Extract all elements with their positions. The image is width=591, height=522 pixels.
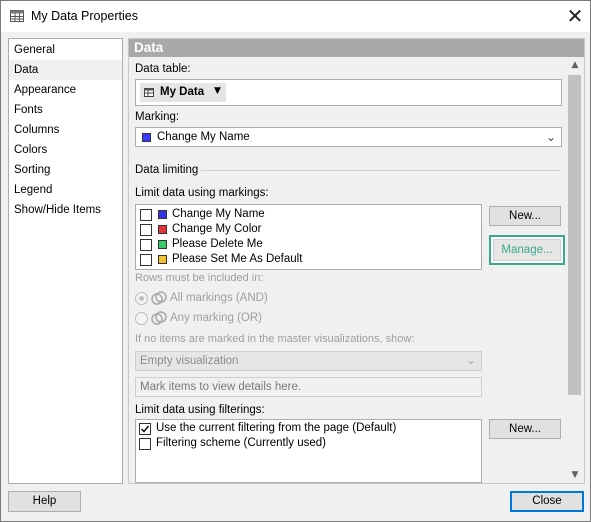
- marking-color-swatch: [158, 255, 167, 264]
- window-title: My Data Properties: [31, 9, 138, 23]
- section-divider: [201, 170, 560, 171]
- filtering-name: Filtering scheme (Currently used): [156, 437, 327, 449]
- marking-name: Change My Color: [172, 223, 262, 235]
- table-icon: [10, 10, 24, 22]
- all-markings-label: All markings (AND): [170, 292, 268, 304]
- nav-item-data[interactable]: Data: [9, 60, 122, 80]
- marking-row[interactable]: Please Set Me As Default: [136, 252, 476, 267]
- marking-or-icon: [151, 311, 167, 325]
- nav-item-general[interactable]: General: [9, 40, 122, 60]
- marking-name: Please Delete Me: [172, 238, 263, 250]
- help-button[interactable]: Help: [8, 491, 81, 512]
- close-button[interactable]: Close: [510, 491, 584, 512]
- nav-item-columns[interactable]: Columns: [9, 120, 122, 140]
- marking-color-swatch: [158, 210, 167, 219]
- marking-checkbox[interactable]: [140, 224, 152, 236]
- empty-show-label: If no items are marked in the master vis…: [135, 333, 415, 345]
- marking-row[interactable]: Please Delete Me: [136, 237, 476, 252]
- data-table-dropdown[interactable]: My Data ▼: [140, 83, 226, 102]
- all-markings-radio[interactable]: [135, 292, 148, 305]
- marking-color-swatch: [142, 133, 151, 142]
- nav-item-sorting[interactable]: Sorting: [9, 160, 122, 180]
- data-limiting-heading: Data limiting: [135, 164, 199, 176]
- data-table-label: Data table:: [135, 63, 191, 75]
- properties-dialog: My Data Properties ✕ General Data Appear…: [0, 0, 591, 522]
- any-marking-radio[interactable]: [135, 312, 148, 325]
- marking-name: Please Set Me As Default: [172, 253, 303, 265]
- empty-visualization-select[interactable]: Empty visualization ⌄: [135, 351, 482, 371]
- marking-row[interactable]: Change My Name: [136, 207, 476, 222]
- marking-name: Change My Name: [172, 208, 265, 220]
- close-icon[interactable]: ✕: [564, 4, 586, 28]
- filtering-checkbox[interactable]: [139, 438, 151, 450]
- new-filter-button[interactable]: New...: [489, 419, 561, 439]
- scroll-up-icon[interactable]: ▲: [566, 57, 584, 73]
- filtering-checkbox[interactable]: [139, 423, 151, 435]
- scroll-down-icon[interactable]: ▼: [566, 467, 584, 483]
- panel-title: Data: [129, 39, 584, 57]
- manage-button[interactable]: Manage...: [493, 239, 561, 261]
- marking-select[interactable]: Change My Name ⌄: [135, 127, 562, 147]
- nav-item-fonts[interactable]: Fonts: [9, 100, 122, 120]
- filterings-list: Use the current filtering from the page …: [135, 419, 482, 483]
- category-list[interactable]: General Data Appearance Fonts Columns Co…: [8, 38, 123, 484]
- marking-value: Change My Name: [157, 131, 250, 143]
- nav-item-legend[interactable]: Legend: [9, 180, 122, 200]
- marking-color-swatch: [158, 225, 167, 234]
- chevron-down-icon: ⌄: [466, 353, 477, 367]
- limit-markings-label: Limit data using markings:: [135, 187, 269, 199]
- checkmark-icon: [141, 425, 150, 433]
- message-input[interactable]: Mark items to view details here.: [135, 377, 482, 397]
- data-panel: Data Data table: My Data ▼ Marking: Chan…: [128, 38, 585, 484]
- marking-color-swatch: [158, 240, 167, 249]
- nav-item-show-hide-items[interactable]: Show/Hide Items: [9, 200, 122, 220]
- filtering-row[interactable]: Use the current filtering from the page …: [136, 422, 476, 437]
- empty-visualization-value: Empty visualization: [140, 355, 239, 367]
- limit-filterings-label: Limit data using filterings:: [135, 404, 265, 416]
- data-table-name: My Data: [160, 86, 205, 98]
- manage-highlight: Manage...: [489, 235, 565, 265]
- marking-and-icon: [151, 291, 167, 305]
- chevron-down-icon: ⌄: [546, 130, 557, 144]
- marking-label: Marking:: [135, 111, 180, 123]
- markings-list: Change My Name Change My Color Please De…: [135, 204, 482, 270]
- dropdown-arrow-icon: ▼: [214, 86, 221, 96]
- filtering-name: Use the current filtering from the page …: [156, 422, 397, 434]
- any-marking-label: Any marking (OR): [170, 312, 263, 324]
- new-marking-button[interactable]: New...: [489, 206, 561, 226]
- panel-scrollbar[interactable]: ▲ ▼: [566, 57, 584, 483]
- marking-checkbox[interactable]: [140, 209, 152, 221]
- table-icon: [144, 88, 154, 97]
- nav-item-appearance[interactable]: Appearance: [9, 80, 122, 100]
- data-table-selector: My Data ▼: [135, 79, 562, 106]
- marking-row[interactable]: Change My Color: [136, 222, 476, 237]
- nav-item-colors[interactable]: Colors: [9, 140, 122, 160]
- filtering-row[interactable]: Filtering scheme (Currently used): [136, 437, 476, 452]
- rows-included-label: Rows must be included in:: [135, 272, 264, 284]
- marking-checkbox[interactable]: [140, 254, 152, 266]
- scroll-thumb[interactable]: [568, 75, 581, 395]
- message-placeholder: Mark items to view details here.: [140, 381, 302, 393]
- marking-checkbox[interactable]: [140, 239, 152, 251]
- title-bar: My Data Properties ✕: [1, 1, 590, 32]
